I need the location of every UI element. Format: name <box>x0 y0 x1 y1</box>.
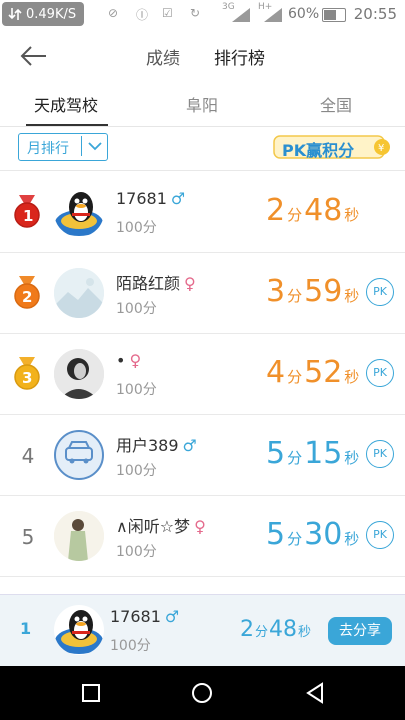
dropdown-divider <box>81 136 82 156</box>
network-speed: 0.49K/S <box>26 6 77 22</box>
back-arrow-icon[interactable] <box>18 42 48 70</box>
username: ∧闲听☆梦 ♀ <box>116 517 206 536</box>
check-icon: ☑ <box>162 6 173 20</box>
completion-time: 2 分48 秒 <box>266 193 360 228</box>
leaderboard-row[interactable]: 4 用户389 ♂ 100分 5 分15 秒 PK <box>0 414 405 496</box>
leaderboard-row-partial[interactable] <box>0 576 405 595</box>
recent-apps-icon[interactable] <box>78 680 104 706</box>
clock: 20:55 <box>353 5 397 23</box>
male-icon: ♂ <box>164 607 180 626</box>
filter-row: 月排行 ¥ PK赢积分 <box>0 126 405 170</box>
leaderboard-row[interactable]: 2 陌路红颜 ♀ 100分 3 分59 秒 PK <box>0 252 405 334</box>
pause-icon: Ⓘ <box>136 8 149 22</box>
completion-time: 3 分59 秒 <box>266 274 360 309</box>
scope-tabs: 天成驾校 阜阳 全国 <box>0 82 405 127</box>
status-bar: 0.49K/S ⊘ Ⓘ ☑ ↻ 3G H+ 60% 20:55 <box>0 0 405 30</box>
rank-number: 5 <box>21 525 35 549</box>
battery-icon <box>322 8 346 22</box>
leaderboard-row[interactable]: 1 17681 ♂ 100分 2 分48 秒 <box>0 171 405 253</box>
my-score: 100分 <box>110 638 151 654</box>
period-dropdown[interactable]: 月排行 <box>18 133 108 161</box>
avatar[interactable] <box>54 268 104 318</box>
transfer-icon <box>8 8 22 20</box>
sync-icon: ↻ <box>190 6 201 20</box>
score: 100分 <box>116 544 157 560</box>
tab-national[interactable]: 全国 <box>320 92 352 116</box>
avatar[interactable] <box>54 349 104 399</box>
battery-percent: 60% <box>288 6 320 22</box>
pk-win-points-banner[interactable]: ¥ PK赢积分 <box>272 131 392 161</box>
username: 陌路红颜 ♀ <box>116 274 196 293</box>
pk-button[interactable]: PK <box>366 521 394 549</box>
completion-time: 4 分52 秒 <box>266 355 360 390</box>
tab-leaderboard[interactable]: 排行榜 <box>214 44 265 69</box>
female-icon: ♀ <box>129 351 142 370</box>
svg-text:¥: ¥ <box>378 143 384 154</box>
svg-text:3: 3 <box>22 369 32 387</box>
tab-school[interactable]: 天成驾校 <box>34 92 98 116</box>
female-icon: ♀ <box>184 274 196 293</box>
female-icon: ♀ <box>194 517 206 536</box>
score: 100分 <box>116 382 157 398</box>
gold-medal-icon: 1 <box>14 195 40 228</box>
leaderboard-list: 1 17681 ♂ 100分 2 分48 秒 2 陌路红颜 ♀ 100分 3 分… <box>0 170 405 595</box>
back-icon[interactable] <box>302 680 328 706</box>
car-icon <box>65 441 93 464</box>
leaderboard-row[interactable]: 3 • ♀ 100分 4 分52 秒 PK <box>0 333 405 415</box>
share-button[interactable]: 去分享 <box>328 617 392 645</box>
my-username: 17681 ♂ <box>110 607 180 626</box>
network-speed-indicator: 0.49K/S <box>2 2 85 26</box>
score: 100分 <box>116 463 157 479</box>
score: 100分 <box>116 301 157 317</box>
signal-icon <box>232 8 250 22</box>
svg-text:2: 2 <box>22 288 32 306</box>
username: • ♀ <box>116 351 142 370</box>
my-completion-time: 2分48秒 <box>240 617 312 642</box>
score: 100分 <box>116 220 157 236</box>
system-nav-bar <box>0 666 405 720</box>
username: 用户389 ♂ <box>116 436 197 455</box>
chevron-down-icon <box>88 142 102 151</box>
leaderboard-row[interactable]: 5 ∧闲听☆梦 ♀ 100分 5 分30 秒 PK <box>0 495 405 577</box>
completion-time: 5 分30 秒 <box>266 517 360 552</box>
username: 17681 ♂ <box>116 189 186 208</box>
silver-medal-icon: 2 <box>14 276 40 309</box>
mute-icon: ⊘ <box>108 6 119 20</box>
home-icon[interactable] <box>189 680 215 706</box>
avatar[interactable] <box>54 187 104 237</box>
pk-button[interactable]: PK <box>366 278 394 306</box>
male-icon: ♂ <box>182 436 197 455</box>
pk-button[interactable]: PK <box>366 359 394 387</box>
period-label: 月排行 <box>27 141 69 157</box>
pk-banner-text: PK赢积分 <box>282 141 355 160</box>
my-rank-number: 1 <box>20 619 32 638</box>
male-icon: ♂ <box>170 189 186 208</box>
avatar[interactable] <box>54 430 104 480</box>
my-rank-bar: 1 17681 ♂ 100分 2分48秒 去分享 <box>0 594 405 667</box>
tab-scores[interactable]: 成绩 <box>146 44 180 69</box>
my-avatar[interactable] <box>54 605 104 655</box>
svg-text:1: 1 <box>23 207 33 225</box>
rank-number: 4 <box>21 444 35 468</box>
signal-icon-2 <box>264 8 282 22</box>
pk-button[interactable]: PK <box>366 440 394 468</box>
completion-time: 5 分15 秒 <box>266 436 360 471</box>
top-nav-bar: 成绩 排行榜 <box>0 30 405 82</box>
bronze-medal-icon: 3 <box>14 357 40 390</box>
tab-city[interactable]: 阜阳 <box>186 92 218 116</box>
avatar[interactable] <box>54 511 104 561</box>
